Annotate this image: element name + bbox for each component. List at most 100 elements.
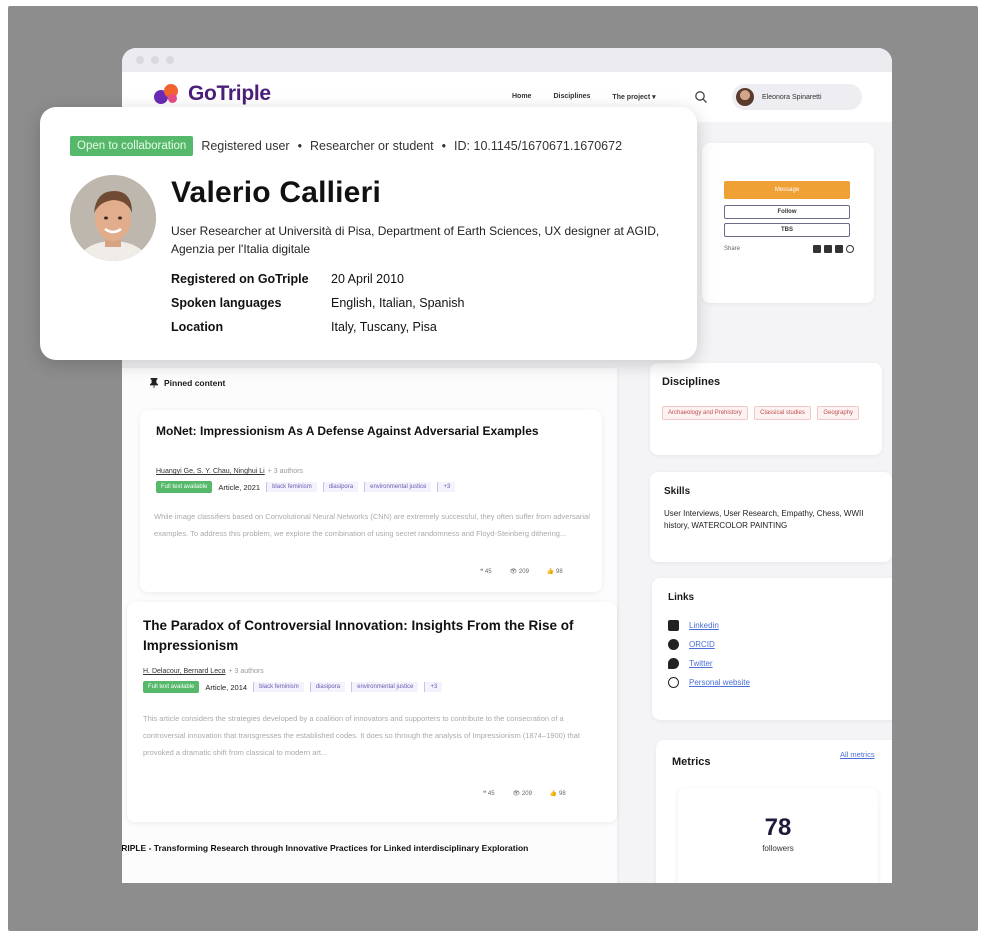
publication-abstract: While image classifiers based on Convolu… [154, 512, 590, 538]
skills-card: Skills User Interviews, User Research, E… [650, 472, 892, 562]
likes-stat: 👍 98 [549, 791, 566, 797]
access-badge: Full text available [156, 481, 213, 493]
user-status: Registered user [201, 139, 290, 153]
globe-icon [668, 677, 679, 688]
gotriple-logo[interactable]: GoTriple [154, 82, 271, 106]
project-title[interactable]: TRIPLE - Transforming Research through I… [122, 841, 586, 856]
links-card: Links Linkedin ORCID Twitter Personal we… [652, 578, 892, 720]
info-row-location: Location Italy, Tuscany, Pisa [171, 315, 464, 339]
collaboration-badge: Open to collaboration [70, 136, 194, 156]
views-stat: 👁 209 [512, 791, 532, 797]
twitter-icon[interactable] [835, 245, 843, 253]
publication-tag[interactable]: +3 [437, 482, 456, 492]
publication-authors: Huangyi Ge, S. Y. Chau, Ninghui Li + 3 a… [156, 468, 455, 475]
authors-link[interactable]: H. Delacour, Bernard Leca [143, 668, 226, 675]
publication-title[interactable]: MoNet: Impressionism As A Defense Agains… [156, 422, 576, 440]
share-label: Share [724, 246, 741, 252]
followers-label: followers [762, 844, 794, 853]
publication-type: Article, 2021 [218, 482, 261, 492]
publication-card[interactable]: The Paradox of Controversial Innovation:… [127, 602, 617, 822]
linkedin-icon[interactable] [824, 245, 832, 253]
quotes-stat: ❝ 45 [480, 569, 492, 575]
nav-home[interactable]: Home [512, 93, 531, 101]
discipline-tag[interactable]: Classical studies [754, 406, 811, 420]
user-name: Eleonora Spinaretti [762, 93, 822, 101]
disciplines-title: Disciplines [662, 376, 721, 388]
facebook-icon[interactable] [813, 245, 821, 253]
publication-tag[interactable]: +3 [424, 682, 443, 692]
secondary-button[interactable]: TBS [724, 223, 850, 237]
nav-disciplines[interactable]: Disciplines [553, 93, 590, 101]
publication-tag[interactable]: environmental justice [351, 682, 419, 692]
info-value: 20 April 2010 [331, 272, 404, 286]
access-badge: Full text available [143, 681, 200, 693]
profile-status-row: Open to collaboration Registered user • … [70, 136, 622, 156]
window-dot [151, 56, 159, 64]
publication-stats: ❝ 45 👁 209 👍 98 [483, 790, 566, 797]
link-orcid[interactable]: ORCID [668, 639, 750, 650]
disciplines-tags: Archaeology and Prehistory Classical stu… [662, 401, 872, 424]
publication-type: Article, 2014 [205, 682, 248, 692]
profile-avatar [70, 175, 156, 261]
logo-icon [154, 82, 182, 106]
twitter-icon [668, 658, 679, 669]
profile-actions-card: Message Follow TBS Share [702, 143, 874, 303]
nav-links: Home Disciplines The project ▾ [512, 93, 656, 101]
linkedin-icon [668, 620, 679, 631]
publication-tag[interactable]: black feminism [266, 482, 317, 492]
info-row-registered: Registered on GoTriple 20 April 2010 [171, 267, 464, 291]
message-button[interactable]: Message [724, 181, 850, 199]
logo-text: GoTriple [188, 82, 271, 105]
info-row-languages: Spoken languages English, Italian, Spani… [171, 291, 464, 315]
info-value: English, Italian, Spanish [331, 296, 465, 310]
user-menu[interactable]: Eleonora Spinaretti [732, 84, 862, 110]
nav-the-project[interactable]: The project ▾ [612, 93, 655, 101]
info-key: Registered on GoTriple [171, 272, 309, 286]
publication-tag[interactable]: diasipora [309, 682, 346, 692]
discipline-tag[interactable]: Geography [817, 406, 859, 420]
publication-tag[interactable]: environmental justice [364, 482, 432, 492]
window-dot [166, 56, 174, 64]
pinned-header: Pinned content [150, 378, 225, 388]
skills-title: Skills [664, 486, 691, 497]
skills-text: User Interviews, User Research, Empathy,… [664, 509, 864, 530]
discipline-tag[interactable]: Archaeology and Prehistory [662, 406, 748, 420]
quotes-stat: ❝ 45 [483, 791, 495, 797]
info-key: Location [171, 320, 224, 334]
links-title: Links [668, 592, 695, 603]
authors-link[interactable]: Huangyi Ge, S. Y. Chau, Ninghui Li [156, 468, 265, 475]
share-row: Share [724, 245, 854, 253]
publication-title[interactable]: The Paradox of Controversial Innovation:… [143, 616, 583, 656]
publication-tag[interactable]: black feminism [253, 682, 304, 692]
info-key: Spoken languages [171, 296, 282, 310]
more-authors: + 3 authors [228, 668, 264, 675]
window-dot [136, 56, 144, 64]
link-linkedin[interactable]: Linkedin [668, 620, 750, 631]
follow-button[interactable]: Follow [724, 205, 850, 219]
followers-metric: 78 followers [678, 788, 878, 883]
pin-icon [150, 378, 158, 388]
link-icon[interactable] [846, 245, 854, 253]
publication-card[interactable]: MoNet: Impressionism As A Defense Agains… [140, 410, 602, 592]
likes-stat: 👍 98 [546, 569, 563, 575]
profile-name: Valerio Callieri [171, 176, 381, 209]
metrics-card: Metrics All metrics 78 followers [656, 740, 892, 883]
info-value: Italy, Tuscany, Pisa [331, 320, 437, 334]
search-icon[interactable] [694, 90, 708, 104]
views-stat: 👁 209 [509, 569, 529, 575]
link-personal-website[interactable]: Personal website [668, 677, 750, 688]
separator: • [441, 139, 447, 153]
pinned-title: Pinned content [164, 378, 226, 388]
publication-tag[interactable]: diasipora [322, 482, 359, 492]
profile-role: User Researcher at Università di Pisa, D… [171, 224, 660, 256]
all-metrics-link[interactable]: All metrics [840, 750, 875, 759]
link-twitter[interactable]: Twitter [668, 658, 750, 669]
publication-meta: Full text available Article, 2014 black … [143, 681, 443, 693]
links-list: Linkedin ORCID Twitter Personal website [668, 620, 750, 696]
user-avatar [736, 88, 754, 106]
browser-titlebar [122, 48, 892, 72]
disciplines-card: Disciplines Archaeology and Prehistory C… [650, 363, 882, 455]
orcid-icon [668, 639, 679, 650]
publication-stats: ❝ 45 👁 209 👍 98 [480, 568, 563, 575]
publication-authors: H. Delacour, Bernard Leca + 3 authors [143, 668, 442, 675]
